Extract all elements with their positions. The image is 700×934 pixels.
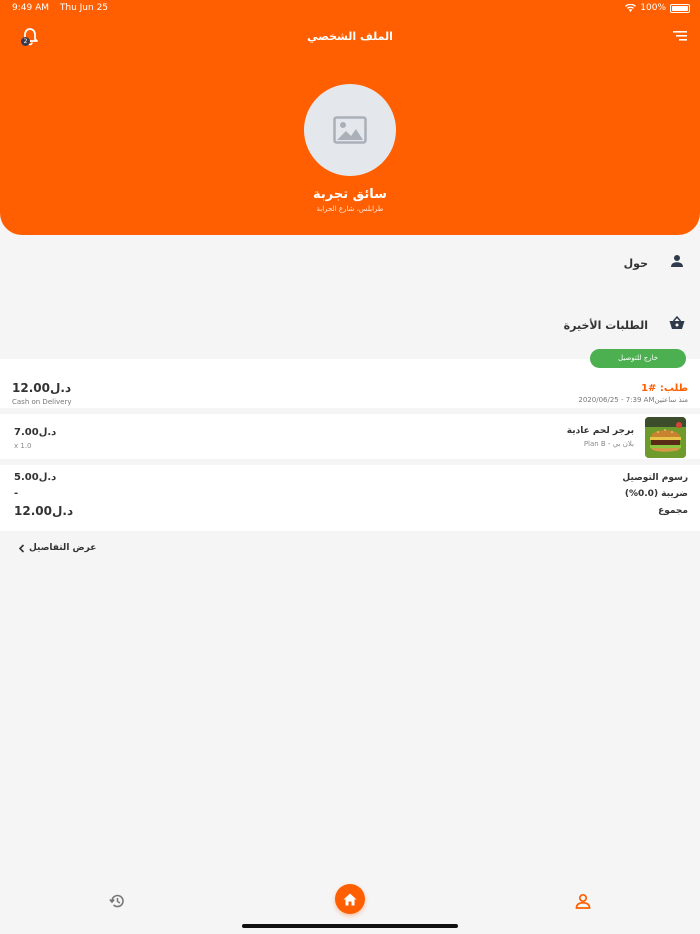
driver-name: سائق تجربة [313, 187, 387, 202]
food-name: برجر لحم عادية [566, 426, 634, 436]
driver-address: طرابلس، شارع الجرابة [316, 205, 384, 213]
payment-method: Cash on Delivery [12, 398, 72, 406]
wifi-icon [625, 4, 637, 12]
bottom-navigation [0, 880, 700, 934]
person-icon [671, 255, 683, 267]
status-bar: 9:49 AM Thu Jun 25 100% [12, 3, 690, 17]
tax-label: ضريبة (0.0%) [624, 489, 688, 499]
profile-header: 9:49 AM Thu Jun 25 100% 2 الملف الشخصي س… [0, 0, 700, 235]
chevron-left-icon [18, 543, 25, 553]
divider [0, 408, 700, 414]
item-quantity: x 1.0 [14, 442, 32, 450]
order-date: 2020/06/25 - 7:39 AMمنذ ساعتين [578, 396, 688, 404]
image-placeholder-icon [333, 116, 367, 144]
restaurant-name: Plan B - بلان بي [583, 440, 634, 448]
view-details-label: عرض التفاصيل [29, 543, 97, 553]
divider [0, 459, 700, 465]
basket-icon [669, 316, 685, 329]
history-icon[interactable] [109, 893, 125, 909]
battery-percent: 100% [640, 3, 666, 13]
order-card[interactable]: خارج للتوصيل طلب: #1 2020/06/25 - 7:39 A… [0, 349, 700, 531]
page-title: الملف الشخصي [307, 30, 393, 43]
delivery-fee-value: 5.00د.ل [14, 472, 57, 483]
recent-orders-label: الطلبات الأخيرة [563, 319, 648, 332]
order-total: 12.00د.ل [12, 381, 72, 395]
order-title: طلب: #1 [641, 383, 688, 394]
total-label: مجموع [658, 506, 688, 516]
item-price: 7.00د.ل [14, 427, 57, 438]
delivery-fee-label: رسوم التوصيل [622, 473, 688, 483]
status-badge: خارج للتوصيل [590, 349, 686, 368]
view-details-link[interactable]: عرض التفاصيل [18, 541, 96, 555]
profile-icon[interactable] [575, 893, 591, 909]
total-value: 12.00د.ل [14, 504, 74, 518]
battery-icon [670, 3, 690, 13]
menu-icon[interactable] [673, 30, 687, 42]
status-date: Thu Jun 25 [59, 3, 109, 13]
about-label: حول [623, 257, 648, 270]
home-button[interactable] [335, 884, 365, 914]
status-time: 9:49 AM [12, 3, 49, 13]
avatar[interactable] [304, 84, 396, 176]
home-indicator [242, 924, 458, 928]
about-section: حول [0, 250, 700, 276]
recent-orders-section: الطلبات الأخيرة [0, 312, 700, 338]
tax-value: - [14, 488, 19, 499]
food-image [645, 417, 686, 458]
home-icon [343, 893, 357, 905]
